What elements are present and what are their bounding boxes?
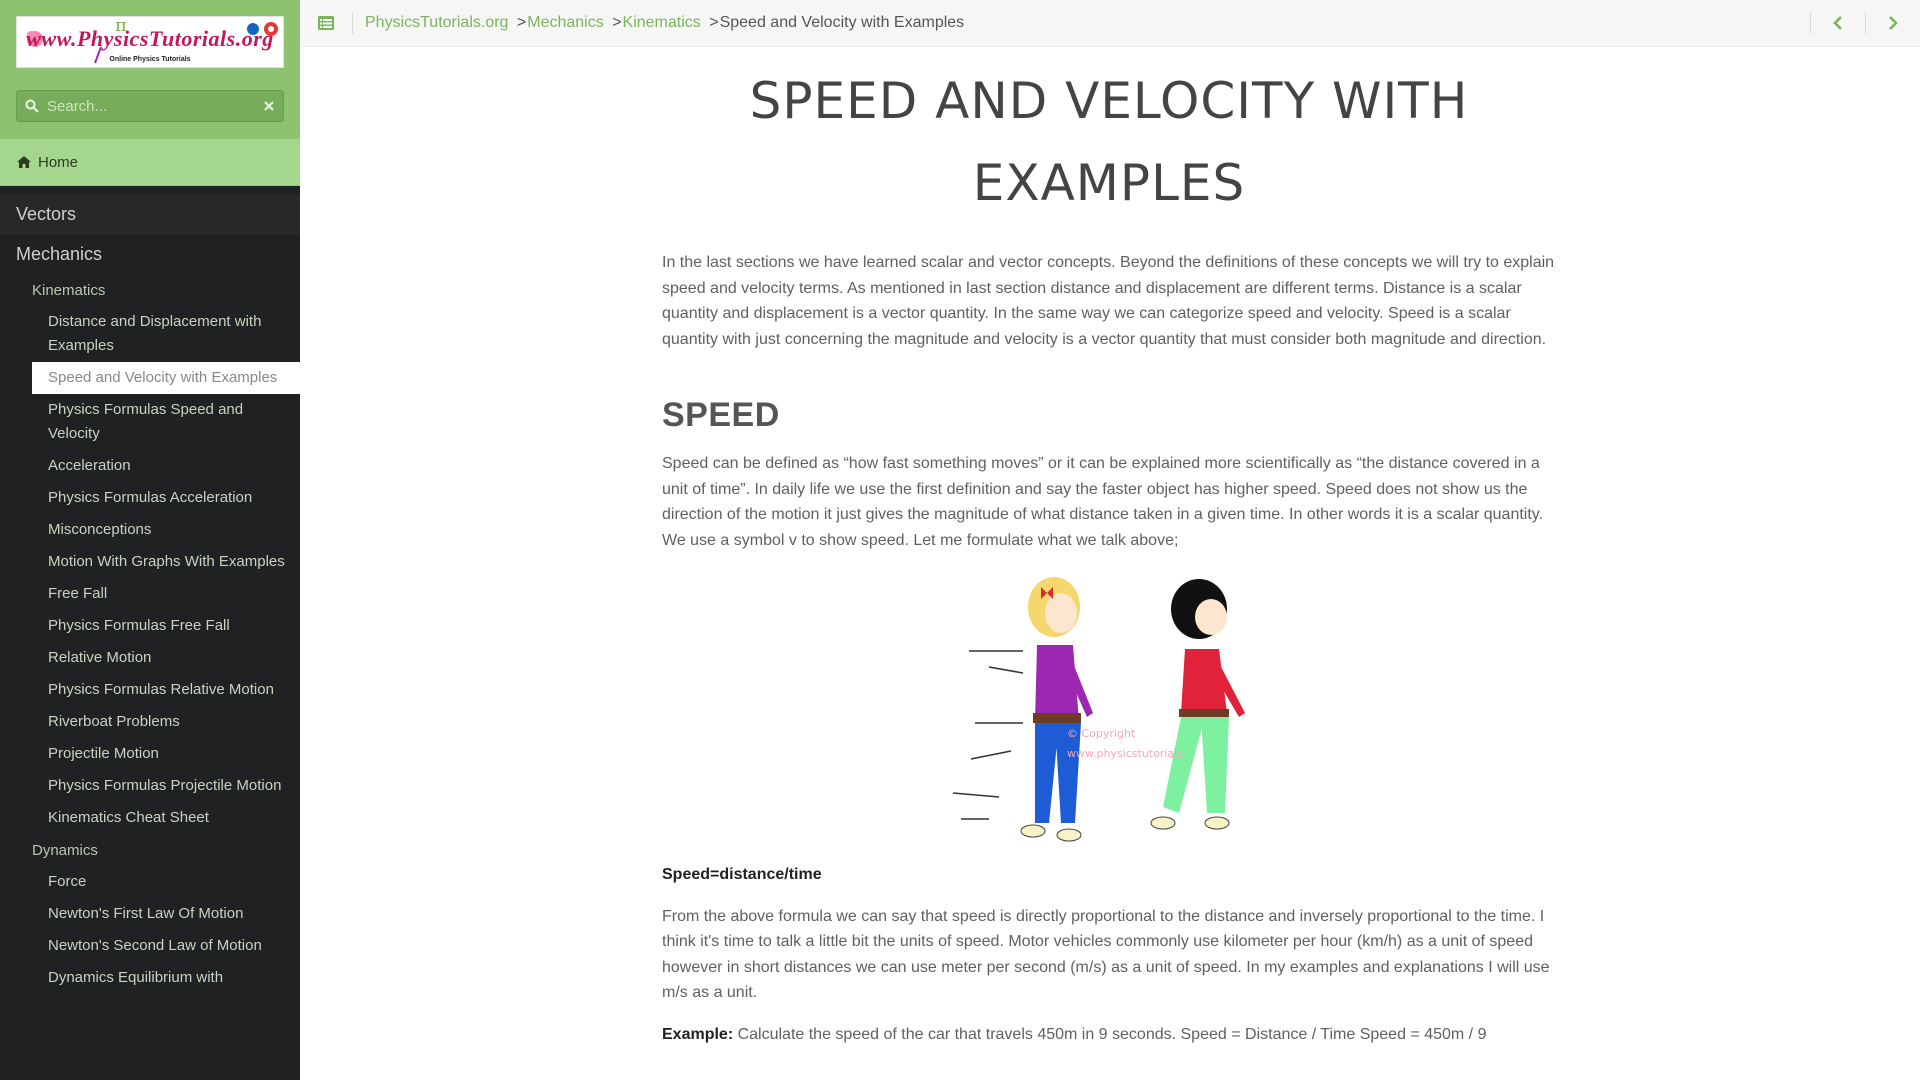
chevron-right-icon xyxy=(1889,16,1898,30)
breadcrumb-kinematics-link[interactable]: Kinematics xyxy=(623,14,701,31)
breadcrumb-mechanics-link[interactable]: Mechanics xyxy=(527,14,603,31)
sidebar-item-kinematics-cheat-sheet[interactable]: Kinematics Cheat Sheet xyxy=(0,802,300,834)
logo-text: www.PhysicsTutorials.org xyxy=(26,26,274,51)
toc-icon xyxy=(318,16,334,30)
sidebar-section-mechanics[interactable]: Mechanics xyxy=(0,234,300,274)
sidebar-item-newtons-first-law[interactable]: Newton's First Law Of Motion xyxy=(0,898,300,930)
top-bar: PhysicsTutorials.org >Mechanics >Kinemat… xyxy=(300,0,1920,47)
sidebar-item-free-fall[interactable]: Free Fall xyxy=(0,578,300,610)
intro-paragraph: In the last sections we have learned sca… xyxy=(662,254,1555,348)
page-title: SPEED AND VELOCITY WITH EXAMPLES xyxy=(749,72,1469,212)
breadcrumb: PhysicsTutorials.org >Mechanics >Kinemat… xyxy=(365,14,964,32)
sidebar-item-projectile-motion[interactable]: Projectile Motion xyxy=(0,738,300,770)
breadcrumb-separator: > xyxy=(709,14,719,31)
search-input[interactable] xyxy=(39,97,263,115)
breadcrumb-current: Speed and Velocity with Examples xyxy=(719,14,965,31)
article: SPEED AND VELOCITY WITH EXAMPLES In the … xyxy=(662,60,1556,1047)
sidebar-item-home[interactable]: Home xyxy=(0,139,300,186)
sidebar-item-speed-velocity[interactable]: Speed and Velocity with Examples xyxy=(32,362,300,394)
logo-subtext: Online Physics Tutorials xyxy=(109,56,191,63)
speed-heading: SPEED xyxy=(662,396,780,434)
search-box xyxy=(16,90,284,122)
sidebar-item-formulas-projectile[interactable]: Physics Formulas Projectile Motion xyxy=(0,770,300,802)
sidebar-item-acceleration[interactable]: Acceleration xyxy=(0,450,300,482)
sidebar-brand: π www.PhysicsTutorials.org Online Physic… xyxy=(0,0,300,139)
clear-icon[interactable] xyxy=(263,100,275,112)
example-paragraph: Example: Calculate the speed of the car … xyxy=(662,1022,1556,1048)
watermark-line2: www.physicstutorials xyxy=(1067,747,1183,760)
sidebar-section-vectors[interactable]: Vectors xyxy=(0,194,300,234)
sidebar-item-misconceptions[interactable]: Misconceptions xyxy=(0,514,300,546)
sidebar-item-force[interactable]: Force xyxy=(0,866,300,898)
sidebar: π www.PhysicsTutorials.org Online Physic… xyxy=(0,0,300,1080)
watermark-line1: © Copyright xyxy=(1067,727,1136,740)
sidebar-item-formulas-acceleration[interactable]: Physics Formulas Acceleration xyxy=(0,482,300,514)
kinematics-list: Distance and Displacement with Examples … xyxy=(0,306,300,834)
prev-page-button[interactable] xyxy=(1811,0,1865,47)
running-girls-illustration: © Copyright www.physicstutorials xyxy=(952,577,1245,842)
toc-toggle-button[interactable] xyxy=(300,0,352,47)
sidebar-item-motion-graphs[interactable]: Motion With Graphs With Examples xyxy=(0,546,300,578)
home-icon xyxy=(17,156,31,168)
site-logo[interactable]: π www.PhysicsTutorials.org Online Physic… xyxy=(16,16,284,68)
sidebar-subsection-kinematics[interactable]: Kinematics xyxy=(0,274,300,306)
sidebar-item-relative-motion[interactable]: Relative Motion xyxy=(0,642,300,674)
sidebar-item-formulas-speed-velocity[interactable]: Physics Formulas Speed and Velocity xyxy=(0,394,300,450)
speed-formula: Speed=distance/time xyxy=(662,866,822,883)
dynamics-list: Force Newton's First Law Of Motion Newto… xyxy=(0,866,300,994)
example-text: Calculate the speed of the car that trav… xyxy=(733,1025,1487,1043)
sidebar-item-riverboat[interactable]: Riverboat Problems xyxy=(0,706,300,738)
sidebar-item-formulas-relative-motion[interactable]: Physics Formulas Relative Motion xyxy=(0,674,300,706)
units-paragraph: From the above formula we can say that s… xyxy=(662,907,1550,1002)
sidebar-item-newtons-second-law[interactable]: Newton's Second Law of Motion xyxy=(0,930,300,962)
breadcrumb-separator: > xyxy=(516,14,527,31)
example-label: Example: xyxy=(662,1025,734,1043)
search-icon xyxy=(25,99,39,113)
home-label: Home xyxy=(38,153,79,171)
breadcrumb-separator: > xyxy=(612,14,622,31)
page-navigation xyxy=(1810,0,1920,46)
speed-paragraph: Speed can be defined as “how fast someth… xyxy=(662,455,1544,549)
sidebar-item-dynamics-equilibrium[interactable]: Dynamics Equilibrium with xyxy=(0,962,300,994)
next-page-button[interactable] xyxy=(1866,0,1920,47)
chevron-left-icon xyxy=(1833,16,1842,30)
sidebar-item-distance-displacement[interactable]: Distance and Displacement with Examples xyxy=(0,306,300,362)
sidebar-subsection-dynamics[interactable]: Dynamics xyxy=(0,834,300,866)
breadcrumb-home-link[interactable]: PhysicsTutorials.org xyxy=(365,14,508,31)
speed-illustration: © Copyright www.physicstutorials xyxy=(662,573,1556,848)
sidebar-item-formulas-free-fall[interactable]: Physics Formulas Free Fall xyxy=(0,610,300,642)
divider xyxy=(352,12,353,34)
